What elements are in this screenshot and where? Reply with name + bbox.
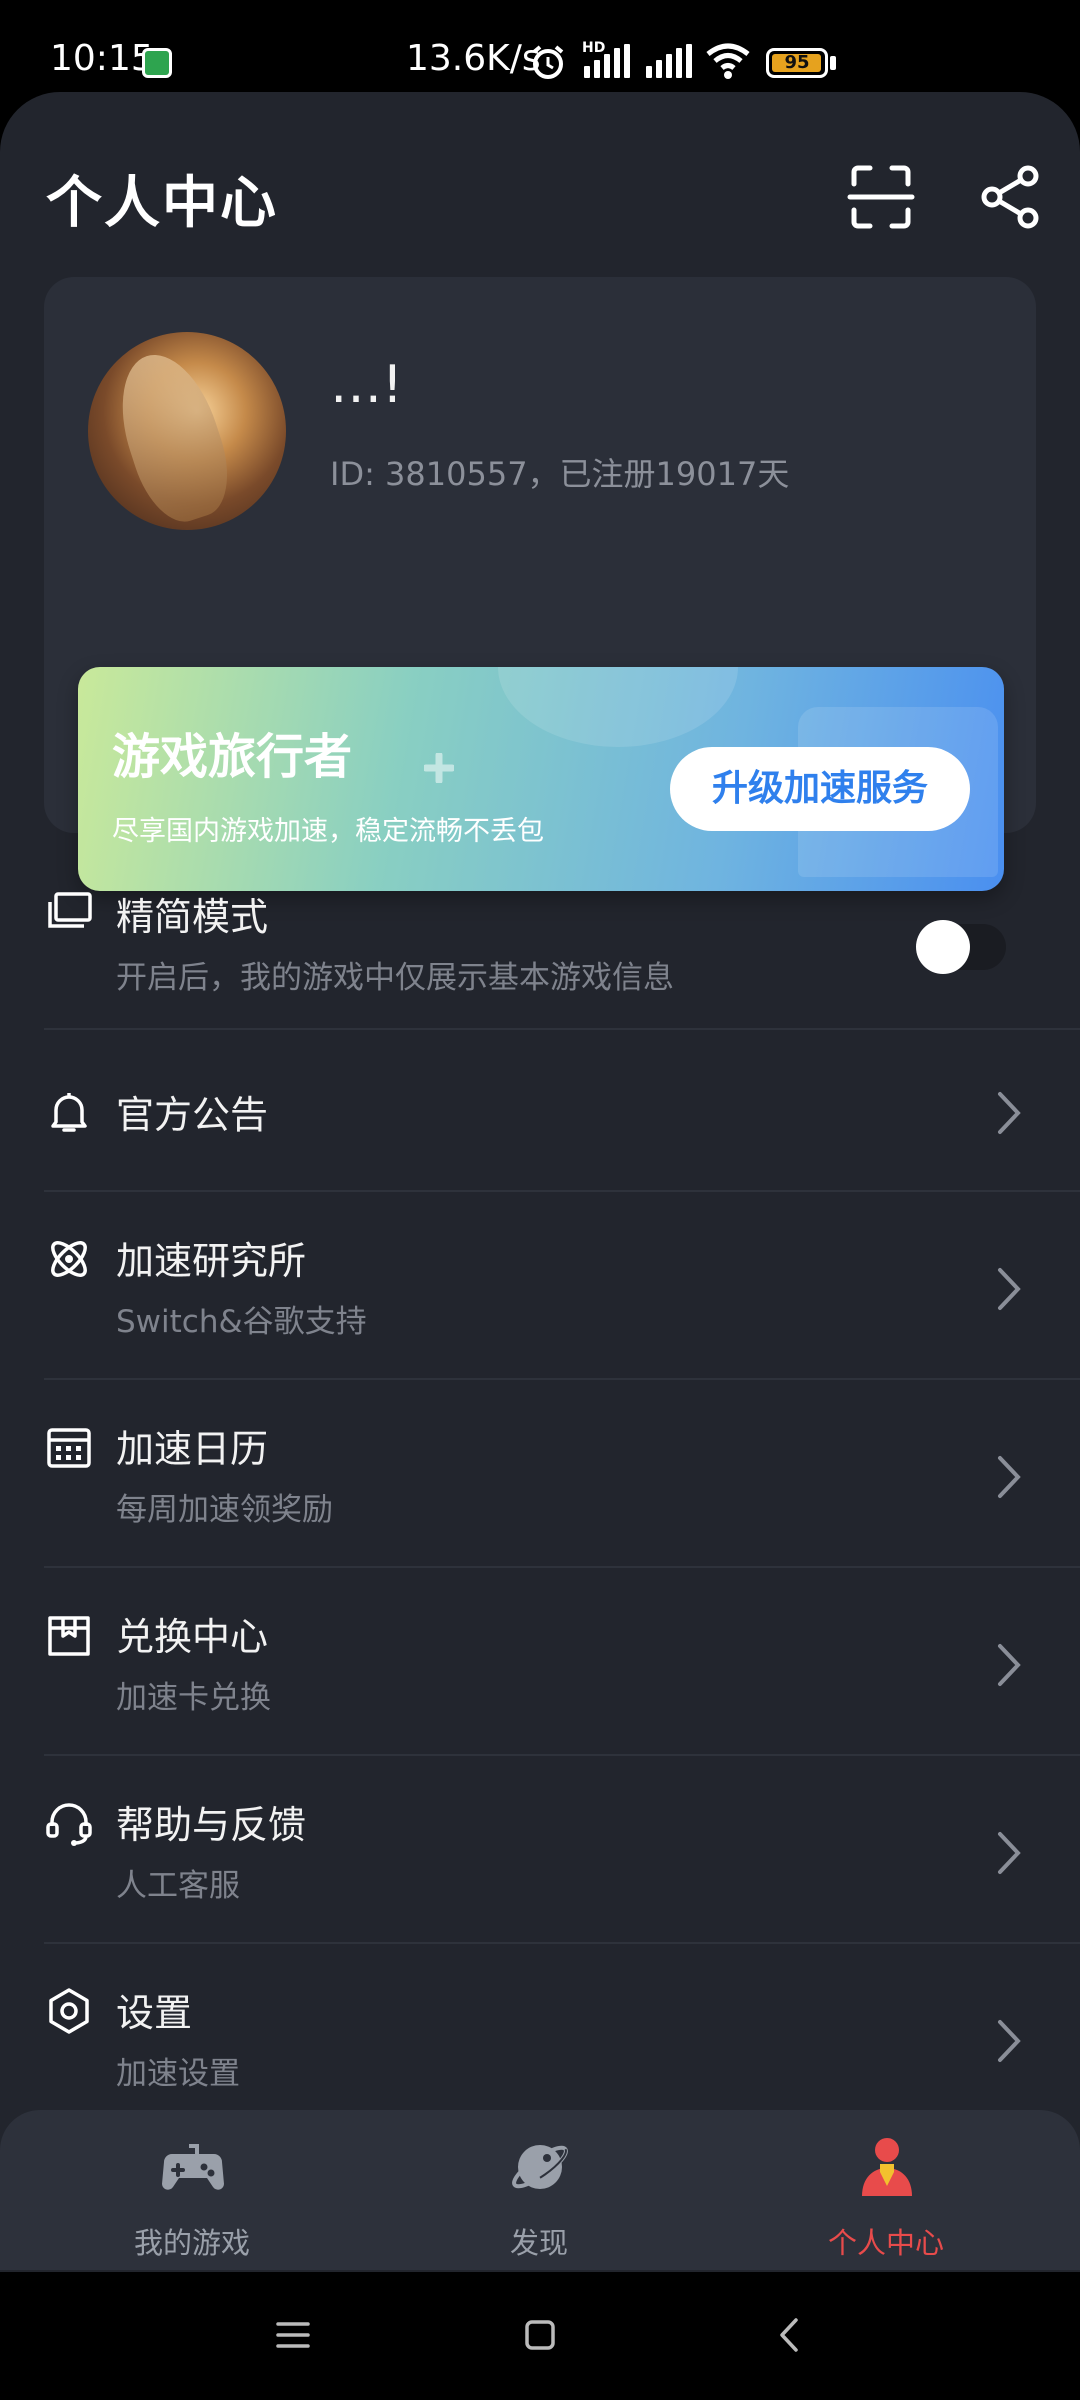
wifi-icon xyxy=(706,43,750,79)
bell-icon xyxy=(51,1093,87,1132)
back-icon[interactable] xyxy=(766,2310,816,2360)
chevron-right-icon xyxy=(998,2020,1021,2062)
headset-icon xyxy=(46,1803,92,1846)
menu-label: 帮助与反馈 xyxy=(116,1803,307,1847)
home-icon[interactable] xyxy=(515,2310,565,2360)
chevron-right-icon xyxy=(998,1456,1021,1498)
hexagon-gear-icon xyxy=(49,1988,89,2034)
menu-label: 兑换中心 xyxy=(116,1615,269,1659)
menu-icon[interactable] xyxy=(268,2310,318,2360)
share-icon[interactable] xyxy=(976,162,1046,232)
gift-box-icon xyxy=(48,1616,90,1656)
menu-label: 精简模式 xyxy=(116,895,269,939)
signal-icon xyxy=(584,44,630,78)
tab-label: 我的游戏 xyxy=(133,2226,250,2260)
menu-sublabel: 开启后，我的游戏中仅展示基本游戏信息 xyxy=(116,960,674,996)
user-id-info: ID: 3810557，已注册19017天 xyxy=(330,455,790,493)
tab-discover[interactable]: 发现 xyxy=(429,2130,649,2260)
status-bar: 10:15 13.6K/s HD 95 xyxy=(0,0,1080,92)
menu-item-exchange[interactable]: 兑换中心 加速卡兑换 xyxy=(44,1570,1080,1756)
menu-item-announcements[interactable]: 官方公告 xyxy=(44,1032,1080,1192)
scan-icon[interactable] xyxy=(846,162,916,232)
vip-banner[interactable]: 游戏旅行者 尽享国内游戏加速，稳定流畅不丢包 升级加速服务 xyxy=(78,667,1004,891)
menu-item-help[interactable]: 帮助与反馈 人工客服 xyxy=(44,1758,1080,1944)
menu-item-simple-mode[interactable]: 精简模式 开启后，我的游戏中仅展示基本游戏信息 xyxy=(44,882,1080,1030)
menu-sublabel: 加速卡兑换 xyxy=(116,1680,271,1716)
sparkle-icon xyxy=(424,753,454,783)
menu-sublabel: 加速设置 xyxy=(116,2056,240,2092)
menu-item-lab[interactable]: 加速研究所 Switch&谷歌支持 xyxy=(44,1194,1080,1380)
calendar-icon xyxy=(47,1428,91,1468)
tab-profile[interactable]: 个人中心 xyxy=(776,2130,996,2260)
bottom-tab-bar: 我的游戏 发现 个人中心 xyxy=(0,2110,1080,2270)
menu-sublabel: Switch&谷歌支持 xyxy=(116,1304,367,1340)
vip-subtitle: 尽享国内游戏加速，稳定流畅不丢包 xyxy=(112,816,544,847)
menu-label: 加速日历 xyxy=(116,1427,269,1471)
app-screen: 个人中心 …! ID: 3810557，已注册19017天 游戏旅行者 尽享国内… xyxy=(0,92,1080,2272)
status-time: 10:15 xyxy=(50,38,154,79)
tab-label: 个人中心 xyxy=(827,2226,944,2260)
menu-label: 加速研究所 xyxy=(116,1239,307,1283)
atom-icon xyxy=(51,1241,87,1277)
gamepad-icon xyxy=(162,2144,224,2190)
chevron-right-icon xyxy=(998,1644,1021,1686)
chevron-right-icon xyxy=(998,1092,1021,1134)
network-speed: 13.6K/s xyxy=(406,38,541,79)
menu-sublabel: 每周加速领奖励 xyxy=(116,1492,333,1528)
menu-sublabel: 人工客服 xyxy=(116,1868,240,1904)
menu-label: 设置 xyxy=(116,1991,193,2035)
chevron-right-icon xyxy=(998,1832,1021,1874)
nickname[interactable]: …! xyxy=(330,355,403,415)
shield-icon xyxy=(142,48,172,78)
upgrade-button[interactable]: 升级加速服务 xyxy=(670,747,970,831)
layers-icon xyxy=(48,892,92,928)
vip-title: 游戏旅行者 xyxy=(112,729,353,785)
profile-card: …! ID: 3810557，已注册19017天 游戏旅行者 尽享国内游戏加速，… xyxy=(44,277,1036,891)
signal-icon xyxy=(646,44,692,78)
chevron-right-icon xyxy=(998,1268,1021,1310)
battery-level: 95 xyxy=(784,52,810,73)
planet-icon xyxy=(512,2145,568,2189)
battery-icon: 95 xyxy=(766,48,828,78)
battery-cap xyxy=(830,56,836,70)
menu-item-calendar[interactable]: 加速日历 每周加速领奖励 xyxy=(44,1382,1080,1568)
menu-label: 官方公告 xyxy=(116,1093,269,1137)
avatar[interactable] xyxy=(88,332,286,530)
page-title: 个人中心 xyxy=(46,171,278,236)
tab-label: 发现 xyxy=(509,2226,568,2260)
tab-my-games[interactable]: 我的游戏 xyxy=(82,2130,302,2260)
menu-item-settings[interactable]: 设置 加速设置 xyxy=(44,1946,1080,2132)
simple-mode-toggle[interactable] xyxy=(916,920,1006,974)
person-icon xyxy=(862,2138,912,2196)
system-nav-bar xyxy=(0,2272,1080,2400)
alarm-icon xyxy=(532,45,564,79)
